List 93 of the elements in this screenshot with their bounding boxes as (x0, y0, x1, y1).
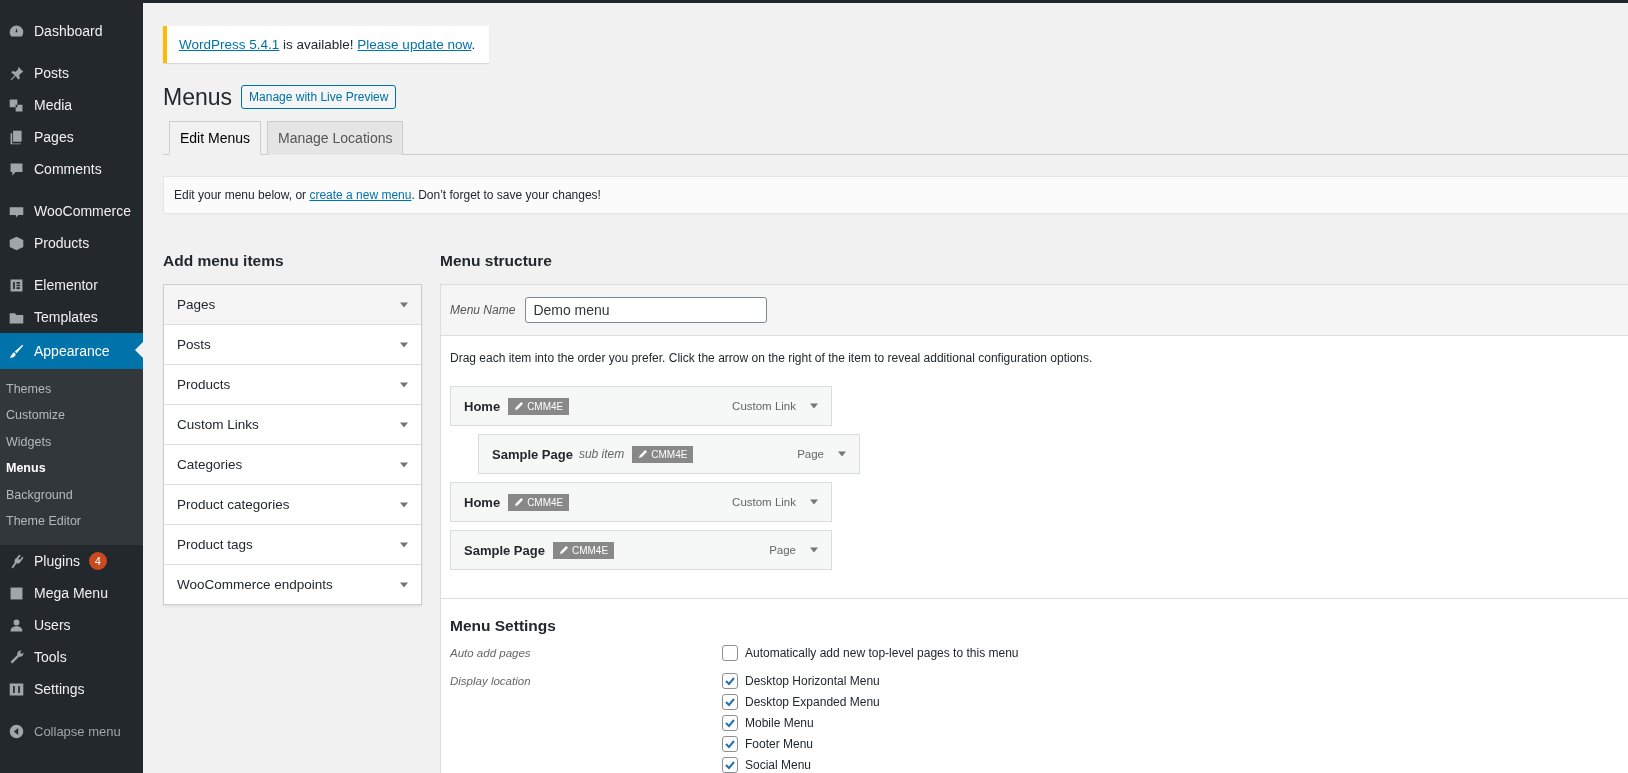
caret-icon[interactable] (838, 451, 846, 457)
caret-icon (400, 341, 408, 348)
live-preview-button[interactable]: Manage with Live Preview (241, 84, 397, 109)
info-message: Edit your menu below, or create a new menu. Don’t forget to save your changes! (163, 176, 1628, 214)
sidebar-item[interactable]: Templates (0, 301, 143, 333)
accordion-section[interactable]: Product tags (164, 524, 421, 564)
tab[interactable]: Edit Menus (169, 121, 262, 155)
update-notice: WordPress 5.4.1 is available! Please update now. (163, 26, 489, 63)
pin-icon (8, 64, 25, 82)
item-type-label: Page (797, 448, 824, 460)
submenu-item[interactable]: Customize (0, 403, 143, 430)
checkbox[interactable] (722, 757, 738, 773)
notice-link[interactable]: WordPress 5.4.1 (179, 37, 280, 52)
submenu-item[interactable]: Theme Editor (0, 508, 143, 536)
checkbox[interactable] (722, 645, 738, 661)
sidebar-item[interactable]: Pages (0, 121, 143, 153)
accordion-section[interactable]: WooCommerce endpoints (164, 564, 421, 604)
menu-item-bar[interactable]: Sample Page CMM4E Page (450, 530, 832, 570)
section-heading: Add menu items (163, 252, 285, 270)
checkbox-label: Automatically add new top-level pages to this menu (745, 646, 1019, 660)
settings-heading: Menu Settings (450, 617, 557, 635)
caret-icon (400, 421, 408, 428)
checkbox-label: Social Menu (745, 758, 812, 772)
item-type-label: Custom Link (732, 400, 796, 412)
collapse-menu-button[interactable]: Collapse menu (0, 715, 143, 748)
checkbox-label: Desktop Horizontal Menu (745, 674, 880, 688)
wrench-icon (8, 648, 25, 666)
caret-icon[interactable] (810, 547, 818, 553)
submenu-item[interactable]: Themes (0, 377, 143, 404)
menu-item-bar[interactable]: Home CMM4E Custom Link (450, 482, 832, 522)
checkbox-label: Desktop Expanded Menu (745, 695, 880, 709)
checkbox[interactable] (722, 694, 738, 710)
accordion-section[interactable]: Categories (164, 444, 421, 484)
field-label: Menu Name (450, 303, 516, 317)
collapse-icon (8, 722, 25, 740)
sidebar-item[interactable]: Settings (0, 673, 143, 706)
item-type-label: Page (769, 544, 796, 556)
caret-icon (400, 381, 408, 388)
submenu-item[interactable]: Widgets (0, 429, 143, 457)
sidebar-item[interactable]: Mega Menu (0, 577, 143, 610)
item-type-label: Custom Link (732, 496, 796, 508)
accordion-section[interactable]: Posts (164, 324, 421, 364)
caret-icon (400, 501, 408, 508)
caret-icon[interactable] (810, 499, 818, 505)
instructions-text: Drag each item into the order you prefer. Click the arrow on the right of the item to reveal additional configuration options. (450, 351, 1094, 365)
page-title: Menus (163, 84, 233, 111)
menu-name-field[interactable]: Demo menu (525, 297, 768, 323)
sidebar-item[interactable]: Users (0, 609, 143, 642)
section-heading: Menu structure (440, 252, 553, 270)
sub-item-label: sub item (578, 447, 625, 461)
sidebar-item[interactable]: WooCommerce (0, 195, 143, 227)
brush-icon (8, 342, 25, 360)
menu-item-bar[interactable]: Home CMM4E Custom Link (450, 386, 832, 426)
submenu-item[interactable]: Menus (0, 456, 143, 483)
tab[interactable]: Manage Locations (267, 121, 404, 155)
menu-item-title: Sample Page (464, 542, 545, 558)
submenu-item[interactable]: Background (0, 482, 143, 509)
checkbox-label: Footer Menu (745, 737, 814, 751)
menu-item-title: Home (464, 398, 501, 414)
caret-icon (400, 541, 408, 548)
caret-icon[interactable] (810, 403, 818, 409)
box-icon (8, 234, 25, 252)
menu-item-title: Home (464, 494, 501, 510)
sidebar-item[interactable]: Elementor (0, 269, 143, 301)
caret-icon (400, 461, 408, 468)
sidebar-item[interactable]: Posts (0, 57, 143, 89)
setting-label: Auto add pages (450, 646, 532, 661)
sidebar-item[interactable]: Dashboard (0, 15, 143, 47)
sidebar-item[interactable]: Products (0, 227, 143, 259)
accordion-section[interactable]: Products (164, 364, 421, 404)
menu-item-bar[interactable]: Sample Page sub item CMM4E Page (478, 434, 860, 474)
mega-menu-badge[interactable]: CMM4E (632, 445, 694, 463)
checkbox[interactable] (722, 736, 738, 752)
mega-menu-badge[interactable]: CMM4E (508, 493, 570, 511)
caret-icon (400, 581, 408, 588)
pages-icon (8, 128, 25, 146)
menu-item-title: Sample Page (492, 446, 573, 462)
accordion-section[interactable]: Custom Links (164, 404, 421, 444)
sidebar-item[interactable]: Tools (0, 641, 143, 674)
sidebar-item[interactable]: Comments (0, 153, 143, 185)
sidebar-item[interactable]: Plugins 4 (0, 545, 143, 578)
checkbox[interactable] (722, 673, 738, 689)
update-count-badge: 4 (88, 552, 107, 571)
mega-menu-badge[interactable]: CMM4E (552, 541, 615, 559)
setting-label: Display location (450, 674, 532, 689)
sidebar-item[interactable]: Appearance (0, 333, 143, 369)
checkbox[interactable] (722, 715, 738, 731)
caret-icon (400, 301, 408, 308)
sidebar-item[interactable]: Media (0, 89, 143, 121)
accordion-section[interactable]: Pages (164, 285, 421, 324)
mega-menu-badge[interactable]: CMM4E (508, 397, 570, 415)
accordion-section[interactable]: Product categories (164, 484, 421, 524)
checkbox-label: Mobile Menu (745, 716, 814, 730)
